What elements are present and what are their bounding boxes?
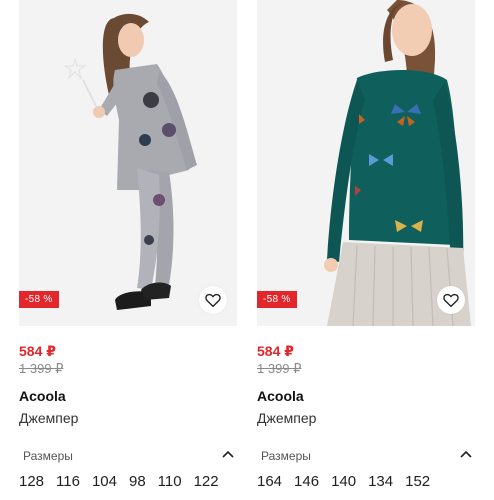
product-card[interactable]: -58 % 584 ₽ 1 399 ₽ Acoola Джемпер Разме…: [257, 0, 475, 500]
product-type[interactable]: Джемпер: [257, 410, 316, 426]
current-price: 584 ₽: [257, 343, 294, 359]
current-price: 584 ₽: [19, 343, 56, 359]
favorite-button[interactable]: [199, 286, 227, 314]
product-type[interactable]: Джемпер: [19, 410, 78, 426]
size-list: 128 116 104 98 110 122: [19, 473, 231, 490]
size-option[interactable]: 152: [405, 473, 430, 490]
heart-icon: [443, 293, 459, 308]
favorite-button[interactable]: [437, 286, 465, 314]
size-option[interactable]: 122: [194, 473, 219, 490]
sizes-label: Размеры: [261, 449, 311, 463]
old-price: 1 399 ₽: [19, 361, 64, 376]
discount-badge: -58 %: [257, 291, 297, 308]
product-photo[interactable]: [19, 0, 237, 326]
heart-icon: [205, 293, 221, 308]
size-option[interactable]: 110: [158, 473, 182, 490]
size-option[interactable]: 116: [56, 473, 80, 490]
size-option[interactable]: 140: [331, 473, 356, 490]
size-option[interactable]: 146: [294, 473, 319, 490]
size-option[interactable]: 134: [368, 473, 393, 490]
product-photo[interactable]: [257, 0, 475, 326]
size-option[interactable]: 98: [129, 473, 146, 490]
size-option[interactable]: 164: [257, 473, 282, 490]
size-list: 164 146 140 134 152: [257, 473, 442, 490]
product-card[interactable]: -58 % 584 ₽ 1 399 ₽ Acoola Джемпер Разме…: [19, 0, 237, 500]
chevron-up-icon[interactable]: [459, 448, 473, 460]
old-price: 1 399 ₽: [257, 361, 302, 376]
discount-badge: -58 %: [19, 291, 59, 308]
brand-name[interactable]: Acoola: [19, 388, 66, 404]
size-option[interactable]: 128: [19, 473, 44, 490]
product-image: [19, 0, 237, 326]
chevron-up-icon[interactable]: [221, 448, 235, 460]
product-image: [257, 0, 475, 326]
sizes-label: Размеры: [23, 449, 73, 463]
brand-name[interactable]: Acoola: [257, 388, 304, 404]
size-option[interactable]: 104: [92, 473, 117, 490]
